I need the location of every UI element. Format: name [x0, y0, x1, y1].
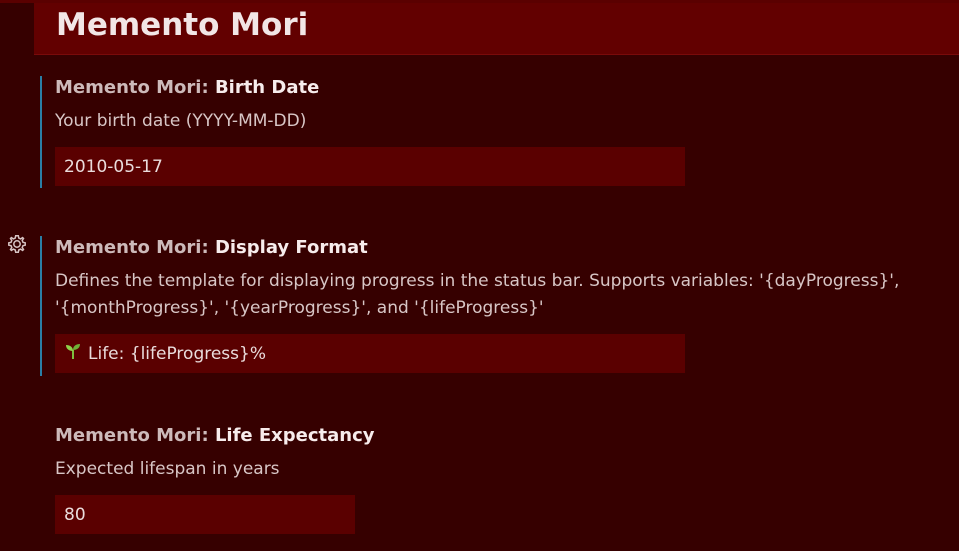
setting-name: Display Format	[214, 237, 368, 258]
setting-title: Memento Mori: Life Expectancy	[55, 424, 940, 448]
input-value: Life: {lifeProgress}%	[88, 343, 266, 364]
setting-category: Memento Mori:	[55, 237, 215, 258]
setting-category: Memento Mori:	[55, 425, 215, 446]
setting-category: Memento Mori:	[55, 77, 215, 98]
seedling-icon	[64, 342, 82, 365]
section-title: Memento Mori	[56, 7, 309, 43]
birth-date-input[interactable]: 2010-05-17	[55, 147, 685, 186]
gear-icon[interactable]	[6, 233, 28, 255]
settings-editor: Memento Mori Memento Mori: Birth Date Yo…	[0, 0, 959, 551]
input-value: 80	[64, 504, 86, 525]
setting-name: Birth Date	[214, 77, 320, 98]
setting-description: Your birth date (YYYY-MM-DD)	[55, 111, 307, 131]
setting-title: Memento Mori: Birth Date	[55, 76, 942, 100]
life-expectancy-input[interactable]: 80	[55, 495, 355, 534]
setting-name: Life Expectancy	[214, 425, 375, 446]
setting-title: Memento Mori: Display Format	[55, 236, 942, 260]
input-value: 2010-05-17	[64, 156, 163, 177]
setting-description: Expected lifespan in years	[55, 459, 280, 479]
setting-display-format: Memento Mori: Display Format Defines the…	[40, 236, 942, 376]
setting-birth-date: Memento Mori: Birth Date Your birth date…	[40, 76, 942, 188]
setting-description: Defines the template for displaying prog…	[55, 271, 900, 318]
section-header: Memento Mori	[34, 3, 959, 55]
display-format-input[interactable]: Life: {lifeProgress}%	[55, 334, 685, 373]
setting-life-expectancy: Memento Mori: Life Expectancy Expected l…	[40, 424, 940, 538]
